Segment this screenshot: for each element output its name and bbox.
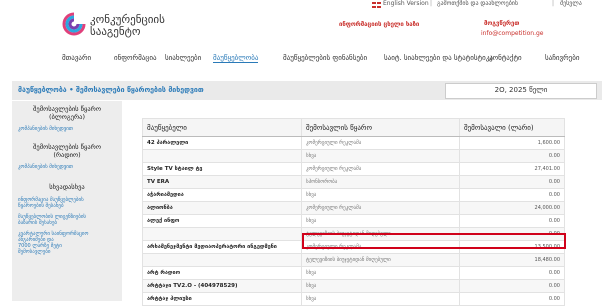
sidebar: შემოსავლების წყარო (ბლოგერა) კომპანიების… — [12, 101, 122, 301]
column-header[interactable]: შემოსავლის წყარო — [301, 118, 460, 137]
broadcaster-cell — [142, 253, 302, 267]
sidebar-subheading: (ბლოგერა) — [48, 113, 86, 121]
source-cell: სხვა — [301, 214, 460, 228]
amount-cell: 18,480.00 — [459, 253, 565, 267]
column-header[interactable]: შემოსავალი (ლარი) — [459, 118, 565, 137]
sidebar-heading: სხვადასხვა — [49, 183, 85, 191]
sidebar-link[interactable]: წყაროების შესახებ — [18, 203, 64, 209]
nav-item[interactable]: კონტაქტი — [489, 54, 522, 62]
source-cell: კომერციული რეკლამა — [301, 136, 460, 150]
source-cell: ტელევიზიის ბიუჯეტიდან მიღებული — [301, 253, 460, 267]
amount-cell: 0.00 — [459, 214, 565, 228]
broadcaster-cell: 42 პარალელი — [142, 136, 302, 150]
source-cell: სხვა — [301, 292, 460, 306]
source-cell: სხვა — [301, 279, 460, 293]
amount-cell: 0.00 — [459, 266, 565, 280]
separator: | — [430, 0, 433, 7]
amount-cell: 24,000.00 — [459, 201, 565, 215]
sidebar-link[interactable]: კომპანიების მიხედვით — [18, 126, 73, 132]
separator: | — [552, 0, 555, 7]
period-selector[interactable]: 2O, 2025 წელი — [445, 83, 597, 99]
nav-item[interactable]: საჩივრები — [545, 54, 579, 62]
broadcaster-cell: არტ რადიო — [142, 266, 302, 280]
main-nav: მთავარი ინფორმაცია სიახლეები მაუწყებლობა… — [0, 50, 616, 68]
broadcaster-cell: ალექ ინფო — [142, 214, 302, 228]
amount-cell: 27,401.00 — [459, 162, 565, 176]
brand-name[interactable]: კონკურენციის სააგენტო — [90, 14, 165, 38]
table-header-row: მაუწყებელი შემოსავლის წყარო შემოსავალი (… — [142, 118, 565, 137]
amount-cell: 1,600.00 — [459, 136, 565, 150]
sidebar-link[interactable]: შემოსავლები — [18, 249, 50, 255]
nav-item[interactable]: საიტ. სიახლეები და სტატისტიკა — [384, 54, 493, 62]
amount-cell: 0.00 — [459, 292, 565, 306]
source-cell: სხვა — [301, 188, 460, 202]
table-row: ალიონბა კომერციული რეკლამა 24,000.00 — [142, 201, 565, 215]
language-link[interactable]: English Version — [383, 0, 429, 7]
table-row: ალექ ინფო სხვა 0.00 — [142, 214, 565, 228]
table-row: არტტაჯი TV2.O - (404978529) სხვა 0.00 — [142, 279, 565, 293]
amount-cell: 0.00 — [459, 188, 565, 202]
source-cell: კომერციული რეკლამა — [301, 201, 460, 215]
source-cell: სპონსორობა — [301, 175, 460, 189]
nav-item[interactable]: სიახლეები — [165, 54, 201, 62]
table-row: TV ERA სპონსორობა 0.00 — [142, 175, 565, 189]
breadcrumb: მაუწყებლობა • შემოსავლები წყაროების მიხე… — [18, 86, 204, 94]
sidebar-link[interactable]: კომპანიების მიხედვით — [18, 164, 73, 170]
broadcaster-cell — [142, 149, 302, 163]
register-link[interactable]: გამოთქმის და დაახლოების — [437, 0, 518, 7]
source-cell: კომერციული რეკლამა — [301, 162, 460, 176]
contact-label: მოგვწერეთ — [484, 20, 520, 27]
english-flag-icon[interactable] — [372, 2, 381, 8]
highlight-box — [302, 233, 566, 249]
broadcaster-cell: აჭარიამედია — [142, 188, 302, 202]
hotline-label: ინფორმაციის ცხელი ხაზი — [339, 21, 420, 28]
login-link[interactable]: შესვლა — [560, 0, 582, 7]
nav-item[interactable]: მთავარი — [62, 54, 91, 62]
breadcrumb-bar: მაუწყებლობა • შემოსავლები წყაროების მიხე… — [12, 81, 602, 100]
sidebar-subheading: (რადიო) — [53, 151, 81, 159]
table-row: სხვა 0.00 — [142, 149, 565, 163]
nav-item[interactable]: მაუწყებლების ფინანსები — [283, 54, 367, 62]
sidebar-heading: შემოსავლების წყარო — [33, 143, 101, 151]
brand-line-2: სააგენტო — [90, 25, 141, 38]
utility-bar: English Version | გამოთქმის და დაახლოები… — [0, 0, 616, 9]
source-cell: სხვა — [301, 266, 460, 280]
broadcaster-cell: არხამენეჯმენტი მედიაოპერატორი ინგედმენი — [142, 240, 302, 254]
contact-email-link[interactable]: info@competition.ge — [481, 30, 544, 37]
nav-item-active[interactable]: მაუწყებლობა — [213, 54, 259, 63]
amount-cell: 0.00 — [459, 279, 565, 293]
revenue-table: მაუწყებელი შემოსავლის წყარო შემოსავალი (… — [142, 118, 565, 306]
period-value: 2O, 2025 წელი — [494, 86, 548, 94]
table-row: არტ რადიო სხვა 0.00 — [142, 266, 565, 280]
column-header[interactable]: მაუწყებელი — [142, 118, 302, 137]
nav-item[interactable]: ინფორმაცია — [114, 54, 157, 62]
broadcaster-cell: Style TV სტაილ ტვ — [142, 162, 302, 176]
amount-cell: 0.00 — [459, 175, 565, 189]
table-row: აჭარიამედია სხვა 0.00 — [142, 188, 565, 202]
sidebar-link[interactable]: ბაზარის შესახებ — [18, 220, 57, 226]
table-row: არტტაჯ პლიუსი სხვა 0.00 — [142, 292, 565, 306]
source-cell: სხვა — [301, 149, 460, 163]
amount-cell: 0.00 — [459, 149, 565, 163]
broadcaster-cell: TV ERA — [142, 175, 302, 189]
table-row: ტელევიზიის ბიუჯეტიდან მიღებული 18,480.00 — [142, 253, 565, 267]
broadcaster-cell: არტტაჯ პლიუსი — [142, 292, 302, 306]
sidebar-heading: შემოსავლების წყარო — [33, 105, 101, 113]
broadcaster-cell: არტტაჯი TV2.O - (404978529) — [142, 279, 302, 293]
table-row: 42 პარალელი კომერციული რეკლამა 1,600.00 — [142, 136, 565, 150]
table-row: Style TV სტაილ ტვ კომერციული რეკლამა 27,… — [142, 162, 565, 176]
broadcaster-cell — [142, 227, 302, 241]
broadcaster-cell: ალიონბა — [142, 201, 302, 215]
agency-logo-icon[interactable] — [62, 12, 86, 36]
